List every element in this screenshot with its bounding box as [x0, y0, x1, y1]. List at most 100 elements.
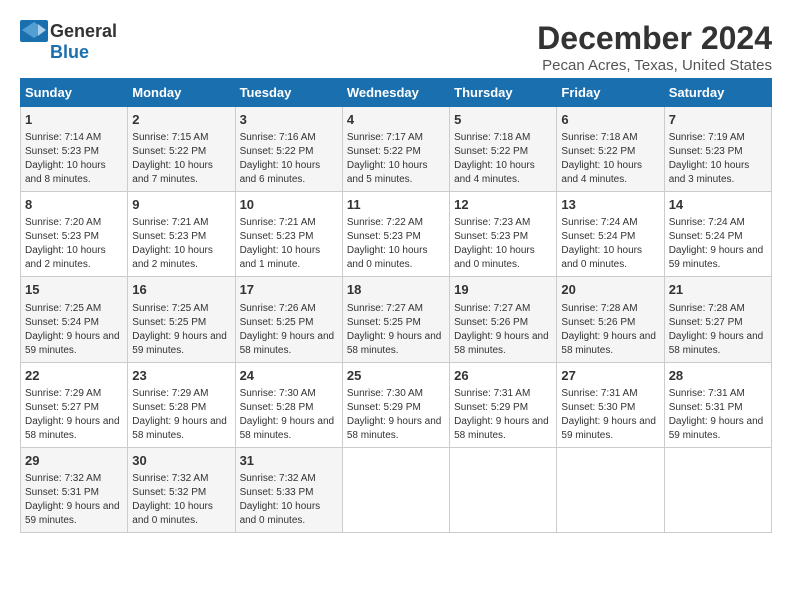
calendar-cell: 30Sunrise: 7:32 AMSunset: 5:32 PMDayligh… — [128, 447, 235, 532]
day-number: 9 — [132, 196, 230, 214]
day-number: 3 — [240, 111, 338, 129]
day-number: 10 — [240, 196, 338, 214]
calendar-cell: 16 Sunrise: 7:25 AMSunset: 5:25 PMDayligh… — [128, 277, 235, 362]
header: General Blue December 2024 Pecan Acres, … — [20, 20, 772, 74]
calendar-cell: 7Sunrise: 7:19 AMSunset: 5:23 PMDaylight… — [664, 107, 771, 192]
cell-content: Sunrise: 7:20 AMSunset: 5:23 PMDaylight:… — [25, 216, 123, 272]
cell-content: Sunrise: 7:19 AMSunset: 5:23 PMDaylight:… — [669, 131, 767, 187]
day-header-thursday: Thursday — [450, 79, 557, 107]
week-row-3: 15Sunrise: 7:25 AMSunset: 5:24 PMDayligh… — [21, 277, 772, 362]
week-row-1: 1 Sunrise: 7:14 AMSunset: 5:23 PMDaylight… — [21, 107, 772, 192]
logo: General Blue — [20, 20, 117, 63]
cell-content: Sunrise: 7:29 AMSunset: 5:28 PMDaylight:… — [132, 387, 230, 443]
week-row-5: 29Sunrise: 7:32 AMSunset: 5:31 PMDayligh… — [21, 447, 772, 532]
day-number: 15 — [25, 281, 123, 299]
calendar-cell: 5 Sunrise: 7:18 AMSunset: 5:22 PMDaylight… — [450, 107, 557, 192]
title-area: December 2024 Pecan Acres, Texas, United… — [537, 20, 772, 74]
calendar-cell: 25 Sunrise: 7:30 AMSunset: 5:29 PMDayligh… — [342, 362, 449, 447]
day-header-friday: Friday — [557, 79, 664, 107]
cell-content: Sunrise: 7:18 AMSunset: 5:22 PMDaylight:… — [454, 131, 552, 187]
day-number: 14 — [669, 196, 767, 214]
calendar-cell: 10 Sunrise: 7:21 AMSunset: 5:23 PMDayligh… — [235, 192, 342, 277]
calendar-cell: 4 Sunrise: 7:17 AMSunset: 5:22 PMDaylight… — [342, 107, 449, 192]
day-number: 19 — [454, 281, 552, 299]
day-number: 13 — [561, 196, 659, 214]
day-number: 22 — [25, 367, 123, 385]
day-header-sunday: Sunday — [21, 79, 128, 107]
day-number: 12 — [454, 196, 552, 214]
day-number: 28 — [669, 367, 767, 385]
calendar-cell: 18 Sunrise: 7:27 AMSunset: 5:25 PMDayligh… — [342, 277, 449, 362]
cell-content: Sunrise: 7:32 AMSunset: 5:33 PMDaylight:… — [240, 472, 338, 528]
calendar-cell: 27Sunrise: 7:31 AMSunset: 5:30 PMDayligh… — [557, 362, 664, 447]
calendar-cell — [450, 447, 557, 532]
calendar-cell: 26Sunrise: 7:31 AMSunset: 5:29 PMDayligh… — [450, 362, 557, 447]
logo-icon — [20, 20, 48, 42]
day-number: 31 — [240, 452, 338, 470]
calendar-cell: 2 Sunrise: 7:15 AMSunset: 5:22 PMDaylight… — [128, 107, 235, 192]
calendar-cell: 11 Sunrise: 7:22 AMSunset: 5:23 PMDayligh… — [342, 192, 449, 277]
calendar-cell — [342, 447, 449, 532]
location-title: Pecan Acres, Texas, United States — [537, 57, 772, 74]
day-number: 2 — [132, 111, 230, 129]
calendar-header-row: SundayMondayTuesdayWednesdayThursdayFrid… — [21, 79, 772, 107]
day-number: 17 — [240, 281, 338, 299]
day-header-tuesday: Tuesday — [235, 79, 342, 107]
cell-content: Sunrise: 7:22 AMSunset: 5:23 PMDaylight:… — [347, 216, 445, 272]
cell-content: Sunrise: 7:27 AMSunset: 5:25 PMDaylight:… — [347, 302, 445, 358]
day-number: 4 — [347, 111, 445, 129]
calendar-cell: 15Sunrise: 7:25 AMSunset: 5:24 PMDayligh… — [21, 277, 128, 362]
calendar-cell: 20 Sunrise: 7:28 AMSunset: 5:26 PMDayligh… — [557, 277, 664, 362]
day-number: 30 — [132, 452, 230, 470]
cell-content: Sunrise: 7:31 AMSunset: 5:30 PMDaylight:… — [561, 387, 659, 443]
day-number: 8 — [25, 196, 123, 214]
day-header-wednesday: Wednesday — [342, 79, 449, 107]
cell-content: Sunrise: 7:18 AMSunset: 5:22 PMDaylight:… — [561, 131, 659, 187]
day-number: 24 — [240, 367, 338, 385]
cell-content: Sunrise: 7:31 AMSunset: 5:31 PMDaylight:… — [669, 387, 767, 443]
calendar-cell: 29Sunrise: 7:32 AMSunset: 5:31 PMDayligh… — [21, 447, 128, 532]
cell-content: Sunrise: 7:21 AMSunset: 5:23 PMDaylight:… — [132, 216, 230, 272]
cell-content: Sunrise: 7:27 AMSunset: 5:26 PMDaylight:… — [454, 302, 552, 358]
calendar-cell: 12 Sunrise: 7:23 AMSunset: 5:23 PMDayligh… — [450, 192, 557, 277]
calendar-cell: 17Sunrise: 7:26 AMSunset: 5:25 PMDayligh… — [235, 277, 342, 362]
cell-content: Sunrise: 7:14 AMSunset: 5:23 PMDaylight:… — [25, 131, 123, 187]
cell-content: Sunrise: 7:28 AMSunset: 5:26 PMDaylight:… — [561, 302, 659, 358]
day-number: 11 — [347, 196, 445, 214]
day-number: 25 — [347, 367, 445, 385]
cell-content: Sunrise: 7:32 AMSunset: 5:31 PMDaylight:… — [25, 472, 123, 528]
cell-content: Sunrise: 7:15 AMSunset: 5:22 PMDaylight:… — [132, 131, 230, 187]
cell-content: Sunrise: 7:16 AMSunset: 5:22 PMDaylight:… — [240, 131, 338, 187]
week-row-4: 22Sunrise: 7:29 AMSunset: 5:27 PMDayligh… — [21, 362, 772, 447]
cell-content: Sunrise: 7:24 AMSunset: 5:24 PMDaylight:… — [561, 216, 659, 272]
week-row-2: 8 Sunrise: 7:20 AMSunset: 5:23 PMDaylight… — [21, 192, 772, 277]
day-number: 21 — [669, 281, 767, 299]
calendar-cell: 24 Sunrise: 7:30 AMSunset: 5:28 PMDayligh… — [235, 362, 342, 447]
calendar-cell: 14 Sunrise: 7:24 AMSunset: 5:24 PMDayligh… — [664, 192, 771, 277]
day-number: 18 — [347, 281, 445, 299]
calendar-cell: 22Sunrise: 7:29 AMSunset: 5:27 PMDayligh… — [21, 362, 128, 447]
cell-content: Sunrise: 7:31 AMSunset: 5:29 PMDaylight:… — [454, 387, 552, 443]
day-number: 1 — [25, 111, 123, 129]
cell-content: Sunrise: 7:30 AMSunset: 5:29 PMDaylight:… — [347, 387, 445, 443]
logo-blue: Blue — [50, 42, 89, 63]
month-title: December 2024 — [537, 20, 772, 57]
calendar-cell: 23Sunrise: 7:29 AMSunset: 5:28 PMDayligh… — [128, 362, 235, 447]
calendar-cell — [664, 447, 771, 532]
day-header-monday: Monday — [128, 79, 235, 107]
day-number: 16 — [132, 281, 230, 299]
cell-content: Sunrise: 7:21 AMSunset: 5:23 PMDaylight:… — [240, 216, 338, 272]
cell-content: Sunrise: 7:28 AMSunset: 5:27 PMDaylight:… — [669, 302, 767, 358]
day-header-saturday: Saturday — [664, 79, 771, 107]
cell-content: Sunrise: 7:17 AMSunset: 5:22 PMDaylight:… — [347, 131, 445, 187]
cell-content: Sunrise: 7:30 AMSunset: 5:28 PMDaylight:… — [240, 387, 338, 443]
calendar-cell: 31 Sunrise: 7:32 AMSunset: 5:33 PMDayligh… — [235, 447, 342, 532]
day-number: 20 — [561, 281, 659, 299]
cell-content: Sunrise: 7:25 AMSunset: 5:25 PMDaylight:… — [132, 302, 230, 358]
day-number: 5 — [454, 111, 552, 129]
day-number: 6 — [561, 111, 659, 129]
calendar-table: SundayMondayTuesdayWednesdayThursdayFrid… — [20, 78, 772, 533]
calendar-cell: 9 Sunrise: 7:21 AMSunset: 5:23 PMDaylight… — [128, 192, 235, 277]
cell-content: Sunrise: 7:24 AMSunset: 5:24 PMDaylight:… — [669, 216, 767, 272]
cell-content: Sunrise: 7:23 AMSunset: 5:23 PMDaylight:… — [454, 216, 552, 272]
